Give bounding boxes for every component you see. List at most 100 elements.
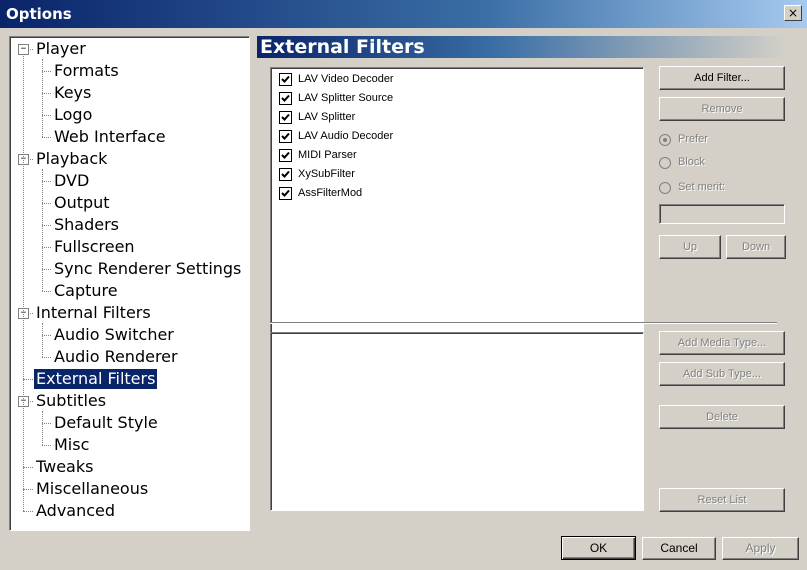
tree-connector xyxy=(42,137,51,138)
add-media-type-button[interactable]: Add Media Type... xyxy=(659,331,785,355)
tree-connector xyxy=(23,511,33,512)
tree-item-audio-switcher[interactable]: Audio Switcher xyxy=(52,325,176,345)
tree-item-misc[interactable]: Misc xyxy=(52,435,91,455)
tree-connector xyxy=(42,335,51,336)
down-button[interactable]: Down xyxy=(726,235,786,259)
tree-connector xyxy=(23,489,33,490)
prefer-label: Prefer xyxy=(678,133,708,145)
filter-label: LAV Video Decoder xyxy=(298,73,394,85)
tree-connector xyxy=(42,225,51,226)
remove-button[interactable]: Remove xyxy=(659,97,785,121)
tree-connector xyxy=(42,291,51,292)
checkbox[interactable] xyxy=(279,130,292,143)
tree-connector xyxy=(42,181,51,182)
tree-item-subtitles[interactable]: Subtitles xyxy=(34,391,108,411)
filter-label: XySubFilter xyxy=(298,168,355,180)
tree-item-default-style[interactable]: Default Style xyxy=(52,413,160,433)
block-label: Block xyxy=(678,156,705,168)
checkbox[interactable] xyxy=(279,168,292,181)
tree-item-web-interface[interactable]: Web Interface xyxy=(52,127,168,147)
tree-connector xyxy=(42,93,51,94)
tree-connector xyxy=(42,423,51,424)
tree-connector xyxy=(42,411,43,445)
tree-item-sync-renderer-settings[interactable]: Sync Renderer Settings xyxy=(52,259,243,279)
merit-value-field[interactable] xyxy=(659,204,785,224)
tree-connector xyxy=(23,379,33,380)
tree-item-tweaks[interactable]: Tweaks xyxy=(34,457,95,477)
check-icon xyxy=(281,75,290,83)
filter-label: MIDI Parser xyxy=(298,149,357,161)
reset-list-button[interactable]: Reset List xyxy=(659,488,785,512)
check-icon xyxy=(281,113,290,121)
tree-item-formats[interactable]: Formats xyxy=(52,61,121,81)
delete-label: Delete xyxy=(706,411,738,423)
ok-label: OK xyxy=(589,541,608,555)
tree-item-fullscreen[interactable]: Fullscreen xyxy=(52,237,137,257)
checkbox[interactable] xyxy=(279,187,292,200)
filter-label: AssFilterMod xyxy=(298,187,363,199)
tree-item-miscellaneous[interactable]: Miscellaneous xyxy=(34,479,150,499)
check-icon xyxy=(281,170,290,178)
tree-item-player[interactable]: Player xyxy=(34,39,88,59)
apply-label: Apply xyxy=(745,541,776,555)
radio-icon xyxy=(659,182,671,194)
tree-connector xyxy=(42,323,43,357)
tree-connector xyxy=(42,169,43,291)
title-bar[interactable]: Options × xyxy=(0,0,807,28)
tree-connector xyxy=(42,203,51,204)
add-sub-type-label: Add Sub Type... xyxy=(682,368,762,380)
up-button[interactable]: Up xyxy=(659,235,721,259)
tree-item-logo[interactable]: Logo xyxy=(52,105,94,125)
tree-connector xyxy=(42,445,51,446)
tree-connector xyxy=(42,269,51,270)
tree-connector xyxy=(42,115,51,116)
window-title: Options xyxy=(6,5,72,23)
filter-label: LAV Splitter Source xyxy=(298,92,394,104)
tree-item-internal-filters[interactable]: Internal Filters xyxy=(34,303,153,323)
tree-connector xyxy=(42,59,43,137)
options-dialog: Options × Player − Formats Keys Logo Web Inte… xyxy=(0,0,807,570)
tree-item-shaders[interactable]: Shaders xyxy=(52,215,121,235)
tree-item-playback[interactable]: Playback xyxy=(34,149,109,169)
close-button[interactable]: × xyxy=(784,5,802,21)
tree-connector xyxy=(42,247,51,248)
page-header: External Filters xyxy=(257,36,787,58)
divider-line xyxy=(270,322,777,324)
tree-item-audio-renderer[interactable]: Audio Renderer xyxy=(52,347,180,367)
checkbox[interactable] xyxy=(279,111,292,124)
add-filter-label: Add Filter... xyxy=(694,72,750,84)
radio-icon xyxy=(659,157,671,169)
radio-icon xyxy=(659,134,671,146)
tree-item-capture[interactable]: Capture xyxy=(52,281,120,301)
tree-item-keys[interactable]: Keys xyxy=(52,83,93,103)
check-icon xyxy=(281,94,290,102)
checkbox[interactable] xyxy=(279,73,292,86)
add-media-type-label: Add Media Type... xyxy=(677,337,767,349)
up-label: Up xyxy=(682,241,698,253)
tree-connector xyxy=(42,357,51,358)
add-filter-button[interactable]: Add Filter... xyxy=(659,66,785,90)
tree-item-dvd[interactable]: DVD xyxy=(52,171,91,191)
apply-button[interactable]: Apply xyxy=(722,537,799,560)
options-tree[interactable]: Player − Formats Keys Logo Web Interface Playb… xyxy=(9,36,250,531)
filter-label: LAV Audio Decoder xyxy=(298,130,394,142)
media-type-list[interactable] xyxy=(270,332,644,511)
ok-button[interactable]: OK xyxy=(561,536,636,560)
filter-list[interactable]: LAV Video Decoder LAV Splitter Source LAV … xyxy=(270,67,644,344)
tree-item-external-filters[interactable]: External Filters xyxy=(32,368,159,390)
cancel-button[interactable]: Cancel xyxy=(642,537,716,560)
checkbox[interactable] xyxy=(279,92,292,105)
close-icon: × xyxy=(787,6,799,20)
tree-connector xyxy=(42,71,51,72)
filter-label: LAV Splitter xyxy=(298,111,356,123)
check-icon xyxy=(281,151,290,159)
tree-item-output[interactable]: Output xyxy=(52,193,112,213)
add-sub-type-button[interactable]: Add Sub Type... xyxy=(659,362,785,386)
checkbox[interactable] xyxy=(279,149,292,162)
tree-item-advanced[interactable]: Advanced xyxy=(34,501,117,521)
tree-connector xyxy=(23,467,33,468)
down-label: Down xyxy=(741,241,771,253)
check-icon xyxy=(281,132,290,140)
check-icon xyxy=(281,189,290,197)
delete-button[interactable]: Delete xyxy=(659,405,785,429)
